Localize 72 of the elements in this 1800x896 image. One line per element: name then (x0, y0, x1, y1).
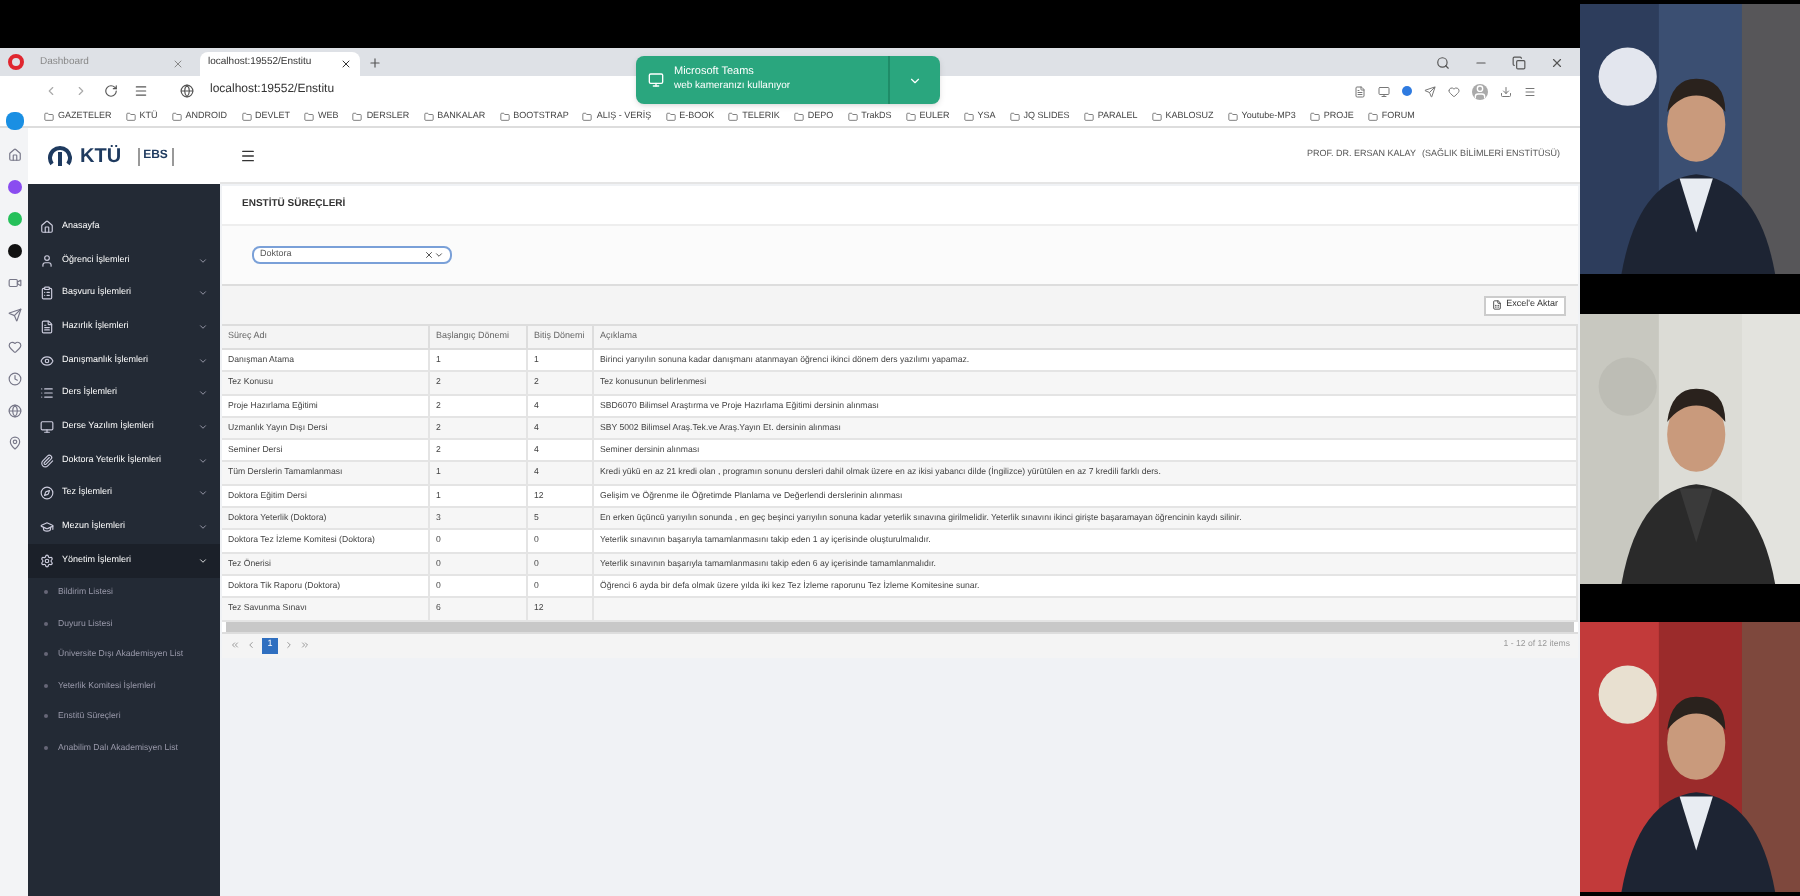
folder-icon (665, 111, 676, 121)
download-icon[interactable] (1500, 85, 1512, 97)
globe-icon[interactable] (7, 404, 21, 418)
folder-icon (793, 111, 804, 121)
caret-icon (198, 288, 208, 299)
caret-icon (198, 388, 208, 399)
menu-item-icon (40, 386, 54, 401)
caret-icon (198, 355, 208, 366)
reload-icon[interactable] (104, 84, 118, 98)
screen-icon[interactable] (1378, 85, 1390, 97)
folder-icon (582, 111, 593, 121)
folder-icon (1309, 111, 1320, 121)
back-icon[interactable] (44, 84, 58, 98)
menu-item-icon (40, 553, 54, 568)
forward-icon[interactable] (74, 84, 88, 98)
heart-icon[interactable] (1448, 85, 1460, 97)
caret-icon (198, 321, 208, 332)
menu-item-icon (40, 219, 54, 234)
pin-icon[interactable] (7, 436, 21, 450)
caret-icon (198, 421, 208, 432)
folder-icon (847, 111, 858, 121)
folder-icon (241, 111, 252, 121)
folder-icon (728, 111, 739, 121)
menu-item-icon (40, 286, 54, 301)
folder-icon (1227, 111, 1238, 121)
tabs-icon[interactable] (134, 84, 148, 98)
menu-item-icon (40, 453, 54, 468)
close-icon[interactable] (340, 58, 352, 70)
caret-icon (198, 455, 208, 466)
menu-item-icon (40, 486, 54, 501)
heart-icon[interactable] (7, 340, 21, 354)
folder-icon (1151, 111, 1162, 121)
video-icon[interactable] (7, 276, 21, 290)
menu-item-icon (40, 353, 54, 368)
menu-item-icon (40, 419, 54, 434)
caret-icon (198, 488, 208, 499)
folder-icon (352, 111, 363, 121)
folder-icon (44, 111, 54, 121)
clock-icon[interactable] (7, 372, 21, 386)
home-icon[interactable] (7, 148, 21, 162)
avatar-icon[interactable] (1472, 83, 1488, 99)
browser-logo-icon[interactable] (8, 54, 24, 70)
folder-icon (304, 111, 315, 121)
close-icon[interactable] (1550, 55, 1564, 69)
restore-icon[interactable] (1512, 55, 1526, 69)
menu-item-icon (40, 319, 54, 334)
menu-item-icon (40, 520, 54, 535)
folder-icon (125, 111, 136, 121)
folder-icon (423, 111, 434, 121)
search-icon[interactable] (1436, 55, 1450, 69)
send-icon[interactable] (1424, 85, 1436, 97)
logo-text: KTÜ (80, 143, 122, 171)
new-tab-icon[interactable] (368, 55, 382, 69)
logo-icon (48, 144, 72, 168)
folder-icon (905, 111, 916, 121)
menu-item-icon (40, 253, 54, 268)
send-icon[interactable] (7, 308, 21, 322)
spreadsheet-icon (1492, 300, 1503, 310)
caret-icon (198, 555, 208, 566)
caret-icon (198, 255, 208, 266)
caret-icon (434, 250, 444, 260)
folder-icon (499, 111, 510, 121)
folder-icon (1083, 111, 1094, 121)
scrollbar[interactable] (226, 621, 1574, 632)
folder-icon (1367, 111, 1378, 121)
caret-icon (198, 522, 208, 533)
folder-icon (963, 111, 974, 121)
folder-icon (171, 111, 182, 121)
folder-icon (1009, 111, 1020, 121)
site-icon (180, 84, 194, 98)
menu-icon[interactable] (240, 147, 256, 163)
expand-icon[interactable] (908, 73, 922, 87)
